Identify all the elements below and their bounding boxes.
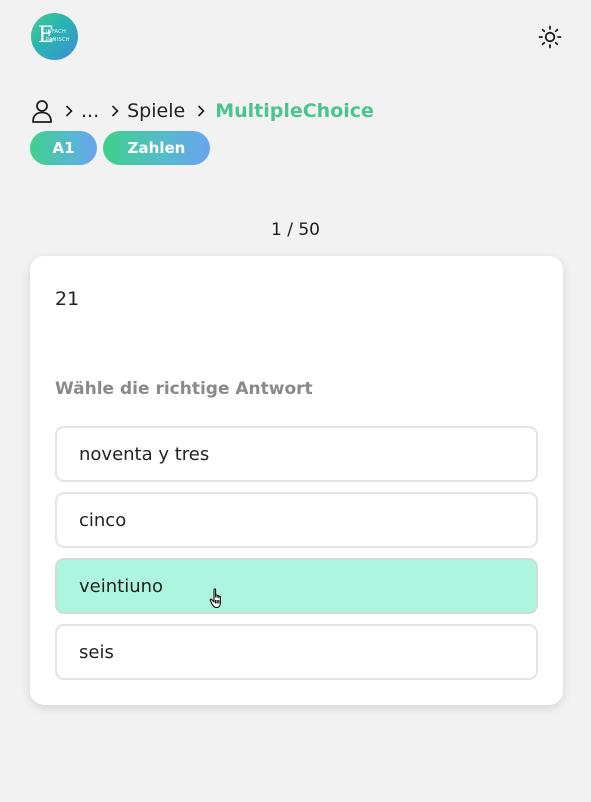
answer-option-label: veintiuno <box>79 575 164 597</box>
question-instruction: Wähle die richtige Antwort <box>55 379 313 399</box>
chevron-right-icon <box>61 103 77 119</box>
breadcrumb-ellipsis[interactable]: ... <box>81 100 99 122</box>
logo-wordmark: INFACH PANISCH <box>46 29 70 43</box>
answer-option[interactable]: seis <box>55 624 538 680</box>
answer-option[interactable]: cinco <box>55 492 538 548</box>
answer-option[interactable]: noventa y tres <box>55 426 538 482</box>
answer-option-hovered[interactable]: veintiuno <box>55 558 538 614</box>
question-prompt: 21 <box>55 288 80 310</box>
hand-cursor-icon <box>209 588 221 609</box>
answer-options: noventa y tres cinco veintiuno seis <box>55 426 538 690</box>
chevron-right-icon <box>107 103 123 119</box>
breadcrumb-current: MultipleChoice <box>215 100 374 122</box>
tag-list: A1 Zahlen <box>30 131 210 165</box>
chevron-right-icon <box>193 103 209 119</box>
user-icon[interactable] <box>31 99 53 123</box>
level-tag[interactable]: A1 <box>30 131 97 165</box>
topic-tag[interactable]: Zahlen <box>103 131 210 165</box>
breadcrumb: ... Spiele MultipleChoice <box>31 97 374 125</box>
question-card: 21 Wähle die richtige Antwort noventa y … <box>30 256 563 705</box>
answer-option-label: seis <box>79 641 114 663</box>
breadcrumb-parent-link[interactable]: Spiele <box>127 100 185 122</box>
sun-icon <box>538 25 562 49</box>
progress-counter: 1 / 50 <box>271 220 320 240</box>
answer-option-label: cinco <box>79 509 127 531</box>
answer-option-label: noventa y tres <box>79 443 210 465</box>
theme-toggle-button[interactable] <box>537 24 563 50</box>
logo[interactable]: E INFACH PANISCH <box>31 13 78 60</box>
